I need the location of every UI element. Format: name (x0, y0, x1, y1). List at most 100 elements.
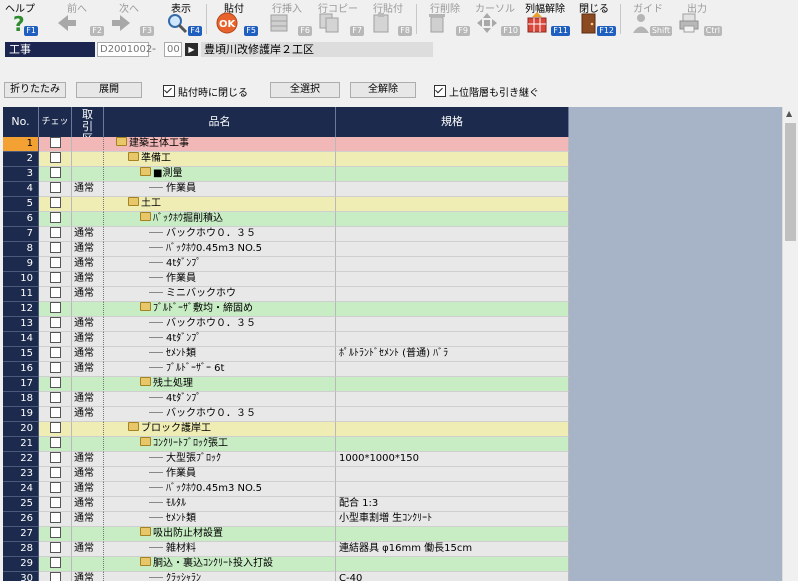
row-check-cell[interactable] (39, 242, 72, 257)
row-kbn[interactable]: 通常 (72, 512, 104, 527)
row-number[interactable]: 13 (3, 317, 39, 332)
row-name-cell[interactable]: ブロック護岸工 (104, 422, 336, 437)
row-kbn[interactable] (72, 557, 104, 572)
row-number[interactable]: 10 (3, 272, 39, 287)
row-checkbox[interactable] (49, 422, 61, 433)
row-check-cell[interactable] (39, 467, 72, 482)
row-check-cell[interactable] (39, 227, 72, 242)
row-number[interactable]: 4 (3, 182, 39, 197)
row-number[interactable]: 1 (3, 137, 39, 152)
row-check-cell[interactable] (39, 317, 72, 332)
table-row[interactable]: 20 ブロック護岸工 (3, 422, 569, 437)
row-spec[interactable] (336, 422, 569, 437)
row-name-cell[interactable]: 吸出防止材設置 (104, 527, 336, 542)
row-number[interactable]: 24 (3, 482, 39, 497)
table-row[interactable]: 25 通常 ﾓﾙﾀﾙ 配合 1:3 (3, 497, 569, 512)
row-number[interactable]: 8 (3, 242, 39, 257)
row-spec[interactable] (336, 317, 569, 332)
row-name-cell[interactable]: ｾﾒﾝﾄ類 (104, 347, 336, 362)
row-name-cell[interactable]: ｾﾒﾝﾄ類 (104, 512, 336, 527)
row-kbn[interactable] (72, 137, 104, 152)
row-name-cell[interactable]: ｺﾝｸﾘｰﾄﾌﾞﾛｯｸ張工 (104, 437, 336, 452)
row-kbn[interactable]: 通常 (72, 392, 104, 407)
row-number[interactable]: 9 (3, 257, 39, 272)
row-delete-button[interactable]: 行削除 F9 (420, 0, 470, 38)
row-check-cell[interactable] (39, 422, 72, 437)
row-spec[interactable]: 小型車割増 生ｺﾝｸﾘｰﾄ (336, 512, 569, 527)
row-kbn[interactable] (72, 212, 104, 227)
row-checkbox[interactable] (49, 287, 61, 298)
row-kbn[interactable] (72, 377, 104, 392)
row-spec[interactable] (336, 527, 569, 542)
row-spec[interactable] (336, 152, 569, 167)
row-spec[interactable] (336, 407, 569, 422)
row-check-cell[interactable] (39, 137, 72, 152)
close-on-paste-checkbox[interactable]: 貼付時に閉じる (163, 84, 248, 99)
row-check-cell[interactable] (39, 332, 72, 347)
row-number[interactable]: 28 (3, 542, 39, 557)
row-spec[interactable]: C-40 (336, 572, 569, 581)
row-insert-button[interactable]: 行挿入 F6 (262, 0, 312, 38)
row-checkbox[interactable] (49, 437, 61, 448)
row-spec[interactable] (336, 467, 569, 482)
close-button[interactable]: 閉じる F12 (572, 0, 616, 38)
next-button[interactable]: 次へ F3 (104, 0, 154, 38)
row-name-cell[interactable]: 4tﾀﾞﾝﾌﾟ (104, 332, 336, 347)
row-checkbox[interactable] (49, 362, 61, 373)
row-spec[interactable] (336, 392, 569, 407)
row-kbn[interactable]: 通常 (72, 332, 104, 347)
guide-button[interactable]: ガイド Shift (624, 0, 672, 38)
row-number[interactable]: 21 (3, 437, 39, 452)
table-row[interactable]: 16 通常 ﾌﾞﾙﾄﾞｰｻﾞｰ 6t (3, 362, 569, 377)
scroll-thumb[interactable] (785, 123, 796, 241)
row-spec[interactable]: 連結器具 φ16mm 働長15cm (336, 542, 569, 557)
row-spec[interactable] (336, 212, 569, 227)
table-row[interactable]: 9 通常 4tﾀﾞﾝﾌﾟ (3, 257, 569, 272)
row-check-cell[interactable] (39, 542, 72, 557)
table-row[interactable]: 1 建築主体工事 (3, 137, 569, 152)
row-check-cell[interactable] (39, 497, 72, 512)
row-kbn[interactable]: 通常 (72, 257, 104, 272)
row-check-cell[interactable] (39, 152, 72, 167)
row-check-cell[interactable] (39, 347, 72, 362)
row-checkbox[interactable] (49, 527, 61, 538)
row-kbn[interactable]: 通常 (72, 572, 104, 581)
row-number[interactable]: 5 (3, 197, 39, 212)
row-check-cell[interactable] (39, 512, 72, 527)
table-row[interactable]: 7 通常 バックホウ０．３５ (3, 227, 569, 242)
row-paste-button[interactable]: 行貼付 F8 (364, 0, 412, 38)
row-kbn[interactable]: 通常 (72, 467, 104, 482)
row-number[interactable]: 20 (3, 422, 39, 437)
row-spec[interactable] (336, 197, 569, 212)
collapse-button[interactable]: 折りたたみ (4, 82, 66, 98)
row-check-cell[interactable] (39, 482, 72, 497)
row-name-cell[interactable]: バックホウ０．３５ (104, 227, 336, 242)
row-spec[interactable] (336, 227, 569, 242)
row-kbn[interactable]: 通常 (72, 227, 104, 242)
table-row[interactable]: 13 通常 バックホウ０．３５ (3, 317, 569, 332)
row-check-cell[interactable] (39, 527, 72, 542)
row-check-cell[interactable] (39, 572, 72, 581)
table-row[interactable]: 12 ﾌﾞﾙﾄﾞｰｻﾞ敷均・締固め (3, 302, 569, 317)
row-spec[interactable] (336, 377, 569, 392)
row-check-cell[interactable] (39, 407, 72, 422)
row-kbn[interactable]: 通常 (72, 362, 104, 377)
row-check-cell[interactable] (39, 452, 72, 467)
row-number[interactable]: 26 (3, 512, 39, 527)
row-checkbox[interactable] (49, 227, 61, 238)
row-number[interactable]: 16 (3, 362, 39, 377)
row-check-cell[interactable] (39, 182, 72, 197)
row-spec[interactable]: 1000*1000*150 (336, 452, 569, 467)
row-checkbox[interactable] (49, 392, 61, 403)
row-checkbox[interactable] (49, 212, 61, 223)
row-checkbox[interactable] (49, 407, 61, 418)
row-number[interactable]: 30 (3, 572, 39, 581)
row-spec[interactable] (336, 287, 569, 302)
output-button[interactable]: 出力 Ctrl (672, 0, 722, 38)
row-number[interactable]: 14 (3, 332, 39, 347)
row-check-cell[interactable] (39, 392, 72, 407)
row-kbn[interactable] (72, 437, 104, 452)
col-width-reset-button[interactable]: 列幅解除 F11 (520, 0, 570, 38)
row-spec[interactable]: ﾎﾟﾙﾄﾗﾝﾄﾞｾﾒﾝﾄ (普通) ﾊﾞﾗ (336, 347, 569, 362)
row-checkbox[interactable] (49, 467, 61, 478)
